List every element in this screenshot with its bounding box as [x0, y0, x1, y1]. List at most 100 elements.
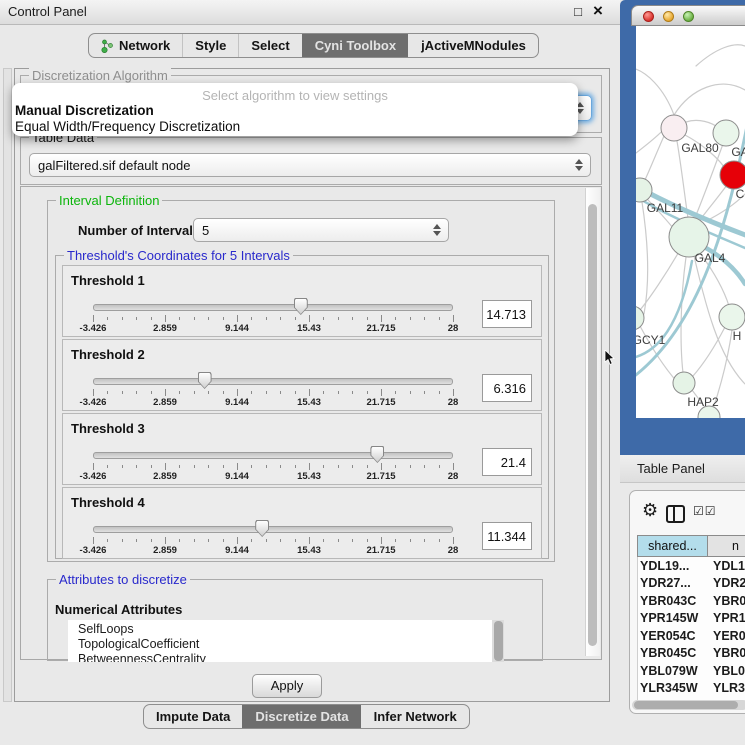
tick-mark — [352, 465, 353, 468]
network-node-hap2[interactable] — [673, 372, 695, 394]
tick-label: 9.144 — [225, 545, 249, 556]
network-canvas-svg[interactable]: GAL80GACGAL11GAL4GCY1HHAP2 — [636, 26, 745, 418]
tab-network[interactable]: Network — [89, 34, 182, 57]
table-row[interactable]: YDL19...YDL1 — [638, 557, 745, 575]
column-header-shared-name[interactable]: shared... — [637, 535, 708, 557]
table-row[interactable]: YBR045CYBR0 — [638, 645, 745, 663]
network-edge[interactable] — [674, 84, 745, 115]
network-edge[interactable] — [636, 68, 674, 115]
slider-thumb[interactable] — [294, 298, 308, 315]
scrollbar-thumb[interactable] — [634, 701, 738, 709]
algorithm-option-equal-width-frequency-discretization[interactable]: Equal Width/Frequency Discretization — [12, 119, 578, 135]
attribute-item-selfloops[interactable]: SelfLoops — [78, 622, 492, 637]
slider-track[interactable] — [93, 452, 453, 459]
attributes-list-scrollbar[interactable] — [492, 620, 504, 662]
apply-button[interactable]: Apply — [252, 674, 322, 698]
network-node-c[interactable] — [720, 161, 745, 189]
numerical-attributes-list[interactable]: SelfLoopsTopologicalCoefficientBetweenne… — [68, 620, 492, 662]
threshold-value-field-3[interactable]: 21.4 — [482, 448, 532, 476]
threshold-slider-4[interactable]: -3.4262.8599.14415.4321.71528 — [93, 520, 453, 556]
select-columns-icon[interactable]: ☑☑ — [693, 504, 717, 518]
tick-mark — [395, 391, 396, 394]
table-row[interactable]: YLR345WYLR3 — [638, 680, 745, 698]
tab-select[interactable]: Select — [238, 34, 301, 57]
number-of-intervals-select[interactable]: 5 — [193, 218, 449, 242]
close-traffic-icon[interactable] — [643, 11, 654, 22]
threshold-value-field-2[interactable]: 6.316 — [482, 374, 532, 402]
threshold-slider-3[interactable]: -3.4262.8599.14415.4321.71528 — [93, 446, 453, 482]
scrollbar-thumb[interactable] — [588, 204, 597, 646]
slider-track[interactable] — [93, 378, 453, 385]
zoom-traffic-icon[interactable] — [683, 11, 694, 22]
tick-mark — [266, 317, 267, 320]
settings-scrollbar[interactable] — [585, 188, 600, 656]
attribute-item-topologicalcoefficient[interactable]: TopologicalCoefficient — [78, 637, 492, 652]
minimize-traffic-icon[interactable] — [663, 11, 674, 22]
tick-mark — [395, 539, 396, 542]
table-data-select[interactable]: galFiltered.sif default node — [29, 153, 591, 177]
threshold-slider-1[interactable]: -3.4262.8599.14415.4321.71528 — [93, 298, 453, 334]
network-edge[interactable] — [644, 136, 664, 182]
threshold-slider-2[interactable]: -3.4262.8599.14415.4321.71528 — [93, 372, 453, 408]
tick-mark — [439, 317, 440, 320]
tick-mark — [424, 391, 425, 394]
table-horizontal-scrollbar[interactable] — [632, 700, 745, 710]
tick-mark — [439, 539, 440, 542]
tick-mark — [309, 315, 310, 322]
tick-mark — [122, 465, 123, 468]
network-window-titlebar[interactable] — [631, 5, 745, 26]
table-row[interactable]: YDR27...YDR2 — [638, 575, 745, 593]
table-row[interactable]: YBL079WYBL0 — [638, 662, 745, 680]
network-node-ga[interactable] — [713, 120, 739, 146]
tick-label: -3.426 — [80, 323, 107, 334]
tick-mark — [395, 465, 396, 468]
close-window-icon[interactable]: × — [590, 1, 606, 21]
threshold-value-field-1[interactable]: 14.713 — [482, 300, 532, 328]
network-node-gal11[interactable] — [636, 178, 652, 202]
column-chooser-icon[interactable] — [666, 505, 685, 523]
attribute-item-betweennesscentrality[interactable]: BetweennessCentrality — [78, 652, 492, 662]
threshold-value-field-4[interactable]: 11.344 — [482, 522, 532, 550]
tick-mark — [395, 317, 396, 320]
table-row[interactable]: YER054CYER0 — [638, 627, 745, 645]
scrollbar-thumb[interactable] — [494, 621, 503, 661]
network-node-gcy1[interactable] — [636, 306, 644, 330]
network-canvas[interactable]: GAL80GACGAL11GAL4GCY1HHAP2 — [636, 26, 745, 418]
tab-discretize-data[interactable]: Discretize Data — [242, 705, 360, 728]
tab-infer-network[interactable]: Infer Network — [361, 705, 469, 728]
network-edge[interactable] — [696, 45, 745, 66]
tick-mark — [352, 317, 353, 320]
network-node-h[interactable] — [719, 304, 745, 330]
table-row[interactable]: YBR043CYBR0 — [638, 592, 745, 610]
tab-style[interactable]: Style — [182, 34, 238, 57]
tick-mark — [266, 465, 267, 468]
slider-track[interactable] — [93, 526, 453, 533]
slider-track[interactable] — [93, 304, 453, 311]
discretization-algorithm-title: Discretization Algorithm — [29, 68, 171, 83]
tab-impute-data[interactable]: Impute Data — [144, 705, 242, 728]
slider-thumb[interactable] — [198, 372, 212, 389]
combo-arrows-icon — [433, 224, 441, 236]
tick-label: 2.859 — [153, 397, 177, 408]
network-edge[interactable] — [642, 202, 648, 314]
network-node-gal80[interactable] — [661, 115, 687, 141]
mouse-cursor — [604, 350, 616, 366]
network-edge[interactable] — [693, 327, 725, 376]
gear-icon[interactable]: ⚙ — [642, 500, 658, 521]
float-window-icon[interactable]: □ — [570, 4, 586, 19]
tick-mark — [309, 463, 310, 470]
tab-jactivemnodules[interactable]: jActiveMNodules — [408, 34, 538, 57]
slider-thumb[interactable] — [370, 446, 384, 463]
splitpane-divider[interactable] — [3, 68, 12, 702]
column-header-name[interactable]: n — [708, 535, 745, 557]
algorithm-option-manual-discretization[interactable]: Manual Discretization — [12, 103, 578, 119]
slider-thumb[interactable] — [255, 520, 269, 537]
tick-mark — [352, 539, 353, 542]
tab-cyni-toolbox[interactable]: Cyni Toolbox — [302, 34, 408, 57]
table-panel-title: Table Panel — [637, 461, 705, 476]
slider-thumb-face — [199, 373, 211, 388]
tick-label: 15.43 — [297, 397, 321, 408]
tick-mark — [323, 317, 324, 320]
tick-mark — [338, 539, 339, 542]
table-row[interactable]: YPR145WYPR1 — [638, 610, 745, 628]
